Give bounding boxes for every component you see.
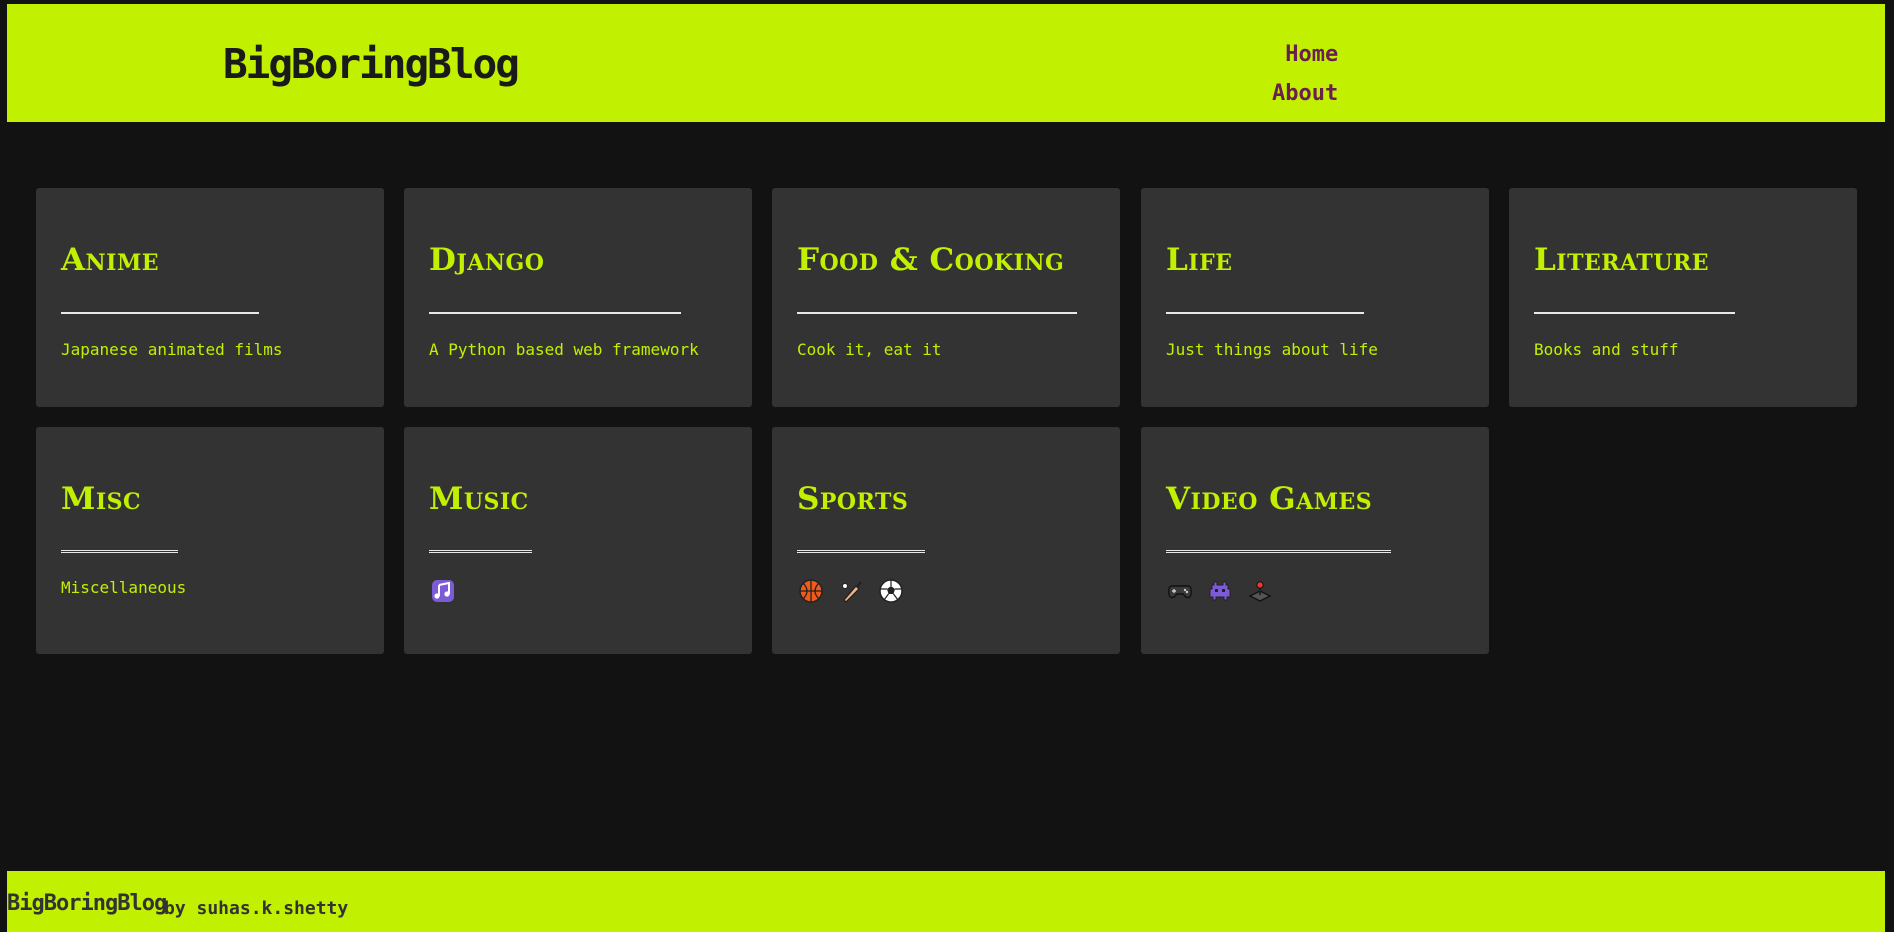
category-title[interactable]: Misc bbox=[61, 481, 141, 517]
card-divider bbox=[1166, 550, 1391, 553]
category-title[interactable]: Django bbox=[429, 242, 544, 278]
category-title[interactable]: Literature bbox=[1534, 242, 1709, 278]
musical-notes-icon bbox=[430, 578, 456, 604]
card-divider bbox=[1534, 312, 1735, 314]
card-divider bbox=[61, 312, 259, 314]
category-card-django[interactable]: Django A Python based web framework bbox=[404, 188, 752, 407]
soccer-ball-icon bbox=[878, 578, 904, 604]
category-card-video-games[interactable]: Video Games bbox=[1141, 427, 1489, 654]
category-description: A Python based web framework bbox=[429, 340, 699, 359]
main-nav: Home About bbox=[1272, 38, 1338, 110]
category-description: Just things about life bbox=[1166, 340, 1378, 359]
category-title[interactable]: Music bbox=[429, 481, 529, 517]
site-header: BigBoringBlog Home About bbox=[7, 4, 1885, 122]
category-title[interactable]: Anime bbox=[61, 242, 159, 278]
category-card-literature[interactable]: Literature Books and stuff bbox=[1509, 188, 1857, 407]
category-card-food-cooking[interactable]: Food & Cooking Cook it, eat it bbox=[772, 188, 1120, 407]
category-title[interactable]: Sports bbox=[797, 481, 908, 517]
category-description: Cook it, eat it bbox=[797, 340, 942, 359]
joystick-icon bbox=[1247, 578, 1273, 604]
category-card-sports[interactable]: Sports bbox=[772, 427, 1120, 654]
nav-link-about[interactable]: About bbox=[1272, 77, 1338, 110]
category-title[interactable]: Video Games bbox=[1166, 481, 1372, 517]
space-invader-icon bbox=[1207, 578, 1233, 604]
category-icons bbox=[1167, 578, 1273, 604]
category-icons bbox=[430, 578, 456, 604]
category-card-misc[interactable]: Misc Miscellaneous bbox=[36, 427, 384, 654]
category-title[interactable]: Life bbox=[1166, 242, 1232, 278]
card-divider bbox=[1166, 312, 1364, 314]
category-description: Miscellaneous bbox=[61, 578, 187, 597]
category-icons bbox=[798, 578, 904, 604]
card-divider bbox=[797, 550, 925, 553]
category-description: Japanese animated films bbox=[61, 340, 283, 359]
category-card-music[interactable]: Music bbox=[404, 427, 752, 654]
footer-brand: BigBoringBlog bbox=[7, 891, 167, 916]
card-divider bbox=[797, 312, 1077, 314]
card-divider bbox=[429, 550, 532, 553]
card-divider bbox=[61, 550, 178, 553]
category-card-life[interactable]: Life Just things about life bbox=[1141, 188, 1489, 407]
basketball-icon bbox=[798, 578, 824, 604]
card-divider bbox=[429, 312, 681, 314]
category-title[interactable]: Food & Cooking bbox=[797, 242, 1064, 278]
category-card-anime[interactable]: Anime Japanese animated films bbox=[36, 188, 384, 407]
nav-link-home[interactable]: Home bbox=[1285, 38, 1338, 71]
cricket-bat-icon bbox=[838, 578, 864, 604]
site-brand-link[interactable]: BigBoringBlog bbox=[223, 40, 520, 88]
category-description: Books and stuff bbox=[1534, 340, 1679, 359]
game-controller-icon bbox=[1167, 578, 1193, 604]
site-footer: BigBoringBlog by suhas.k.shetty bbox=[7, 871, 1885, 932]
footer-byline: by suhas.k.shetty bbox=[164, 898, 349, 919]
